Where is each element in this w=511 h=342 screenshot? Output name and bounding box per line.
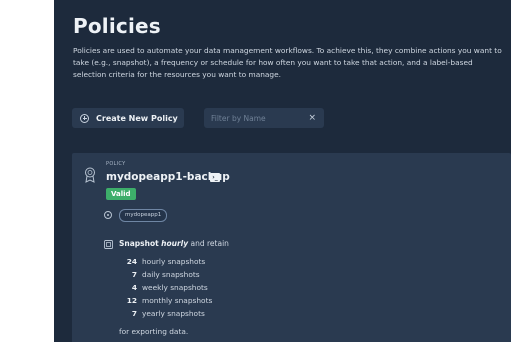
snapshot-frequency: hourly	[161, 239, 189, 248]
terminal-icon[interactable]: ›_	[210, 173, 220, 182]
create-new-policy-button[interactable]: Create New Policy	[72, 108, 184, 128]
retention-row: 4 weekly snapshots	[119, 281, 212, 294]
retention-row: 24 hourly snapshots	[119, 255, 212, 268]
retention-unit: yearly snapshots	[142, 309, 205, 318]
retention-count: 4	[131, 283, 137, 292]
retention-unit: hourly snapshots	[142, 257, 206, 266]
clear-icon[interactable]: ×	[308, 112, 316, 124]
retention-count: 24	[126, 257, 137, 266]
page-title: Policies	[73, 14, 161, 38]
retention-count: 7	[131, 270, 137, 279]
filter-by-name-input[interactable]	[211, 113, 301, 123]
retention-count: 7	[131, 309, 137, 318]
policy-badge-icon	[85, 167, 95, 183]
page-description: Policies are used to automate your data …	[73, 46, 502, 79]
create-new-policy-label: Create New Policy	[96, 113, 178, 123]
snapshot-summary: Snapshot hourly and retain	[119, 239, 229, 248]
retain-label: and retain	[190, 239, 229, 248]
retention-unit: monthly snapshots	[142, 296, 213, 305]
add-circle-icon	[80, 113, 89, 123]
retention-row: 7 yearly snapshots	[119, 307, 212, 320]
snapshot-action: Snapshot	[119, 239, 159, 248]
retention-list: 24 hourly snapshots 7 daily snapshots 4 …	[119, 255, 213, 320]
retention-row: 7 daily snapshots	[119, 268, 212, 281]
retention-row: 12 monthly snapshots	[119, 294, 213, 307]
snapshot-icon	[104, 240, 113, 249]
retention-unit: weekly snapshots	[142, 283, 208, 292]
policies-page: Policies Policies are used to automate y…	[54, 0, 511, 342]
policy-section-label: POLICY	[106, 161, 126, 167]
filter-box: ×	[204, 108, 324, 128]
target-icon	[104, 211, 112, 219]
export-note: for exporting data.	[119, 327, 189, 336]
policy-card[interactable]: POLICY mydopeapp1-backup ›_ Valid mydope…	[72, 153, 511, 342]
selector-chip: mydopeapp1	[119, 209, 168, 222]
retention-count: 12	[126, 296, 137, 305]
status-badge: Valid	[106, 188, 136, 200]
retention-unit: daily snapshots	[142, 270, 200, 279]
